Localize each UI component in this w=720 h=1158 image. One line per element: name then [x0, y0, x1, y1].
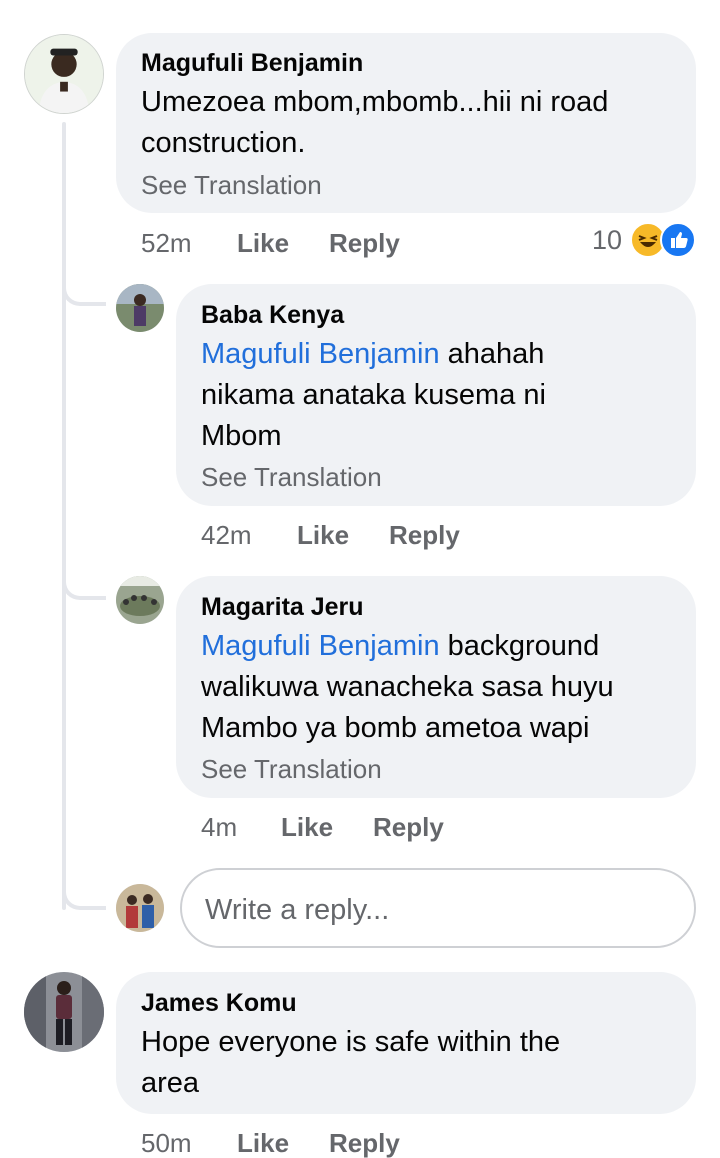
reply-text-line: Mbom	[201, 420, 282, 452]
thread-branch-3	[62, 878, 106, 910]
avatar[interactable]	[24, 34, 104, 114]
comment-text-line: construction.	[141, 127, 306, 159]
mention-link[interactable]: Magufuli Benjamin	[201, 630, 440, 662]
like-button[interactable]: Like	[237, 228, 289, 258]
reply-text-line: Magufuli Benjamin ahahah	[201, 334, 544, 375]
thread-branch-1	[62, 276, 106, 306]
like-icon	[660, 222, 696, 258]
reply-text: background	[439, 630, 600, 662]
mention-link[interactable]: Magufuli Benjamin	[201, 338, 440, 370]
thread-branch-2	[62, 570, 106, 600]
avatar[interactable]	[116, 284, 164, 332]
see-translation-link[interactable]: See Translation	[141, 170, 322, 200]
reply-text-line: nikama anataka kusema ni	[201, 379, 546, 411]
reply-author[interactable]: Magarita Jeru	[201, 592, 364, 622]
reply-text-line: Magufuli Benjamin background	[201, 626, 599, 667]
reply-input-placeholder: Write a reply...	[205, 894, 390, 926]
reply-timestamp[interactable]: 4m	[201, 812, 237, 842]
see-translation-link[interactable]: See Translation	[201, 754, 382, 784]
reply-text-line: walikuwa wanacheka sasa huyu	[201, 671, 614, 703]
comment-text-line: area	[141, 1067, 200, 1099]
current-user-avatar	[116, 884, 164, 932]
reply-button[interactable]: Reply	[389, 520, 460, 550]
like-button[interactable]: Like	[281, 812, 333, 842]
reply-author[interactable]: Baba Kenya	[201, 300, 344, 330]
avatar[interactable]	[116, 576, 164, 624]
comment-author[interactable]: James Komu	[141, 988, 297, 1018]
thread-line	[62, 122, 66, 910]
see-translation-link[interactable]: See Translation	[201, 462, 382, 492]
like-button[interactable]: Like	[297, 520, 349, 550]
comment-text-line: Hope everyone is safe within the	[141, 1026, 561, 1058]
reply-button[interactable]: Reply	[373, 812, 444, 842]
reaction-count[interactable]: 10	[592, 225, 622, 255]
reply-timestamp[interactable]: 42m	[201, 520, 252, 550]
reply-text-line: Mambo ya bomb ametoa wapi	[201, 712, 590, 744]
comment-timestamp[interactable]: 52m	[141, 228, 192, 258]
comment-text-line: Umezoea mbom,mbomb...hii ni road	[141, 86, 609, 118]
reply-button[interactable]: Reply	[329, 228, 400, 258]
reply-input[interactable]: Write a reply...	[180, 868, 696, 948]
comment-author[interactable]: Magufuli Benjamin	[141, 48, 363, 78]
avatar[interactable]	[24, 972, 104, 1052]
reply-text: ahahah	[439, 338, 545, 370]
